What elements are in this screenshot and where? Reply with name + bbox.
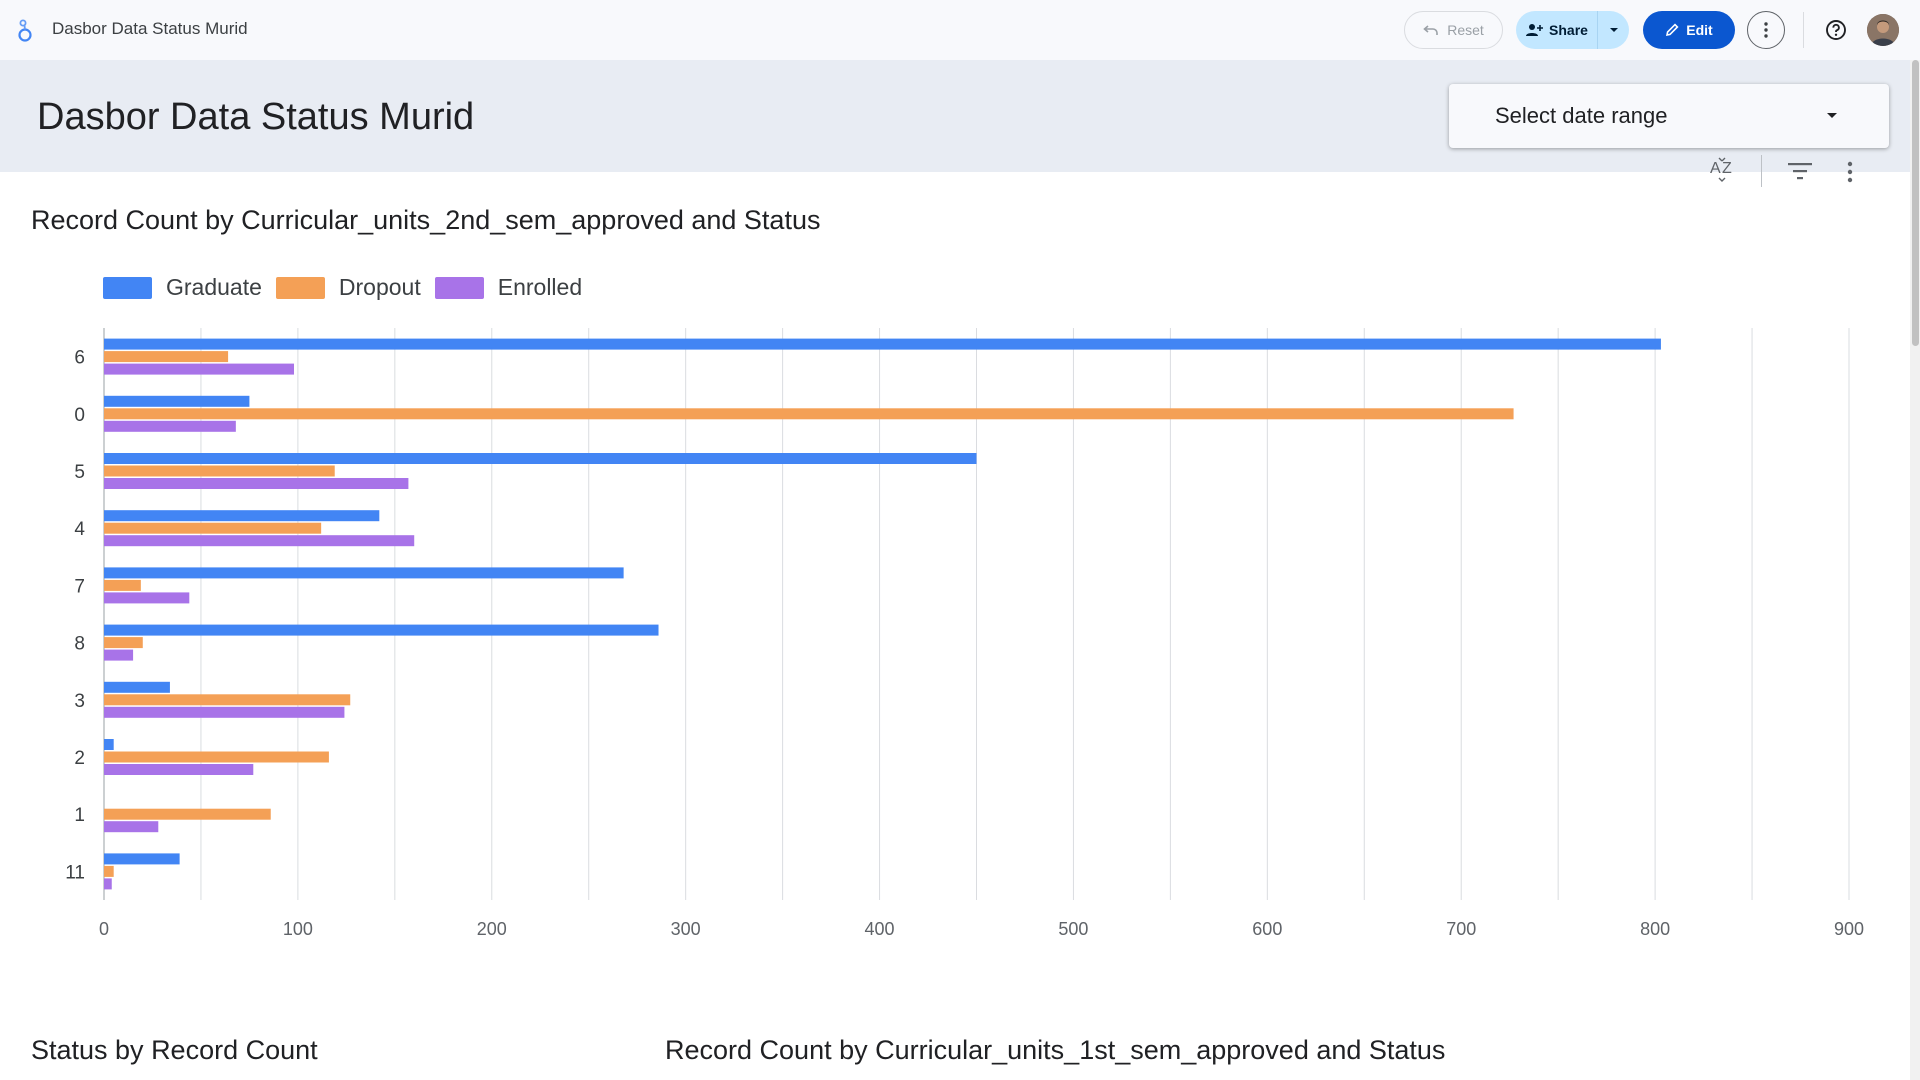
bar-graduate-11[interactable] xyxy=(104,853,180,865)
x-tick-label: 100 xyxy=(283,919,313,939)
caret-down-icon xyxy=(1609,28,1618,32)
pencil-icon xyxy=(1666,23,1679,37)
legend-label-graduate: Graduate xyxy=(166,274,262,300)
bar-enrolled-2[interactable] xyxy=(104,764,254,775)
bar-enrolled-6[interactable] xyxy=(104,363,295,375)
avatar-image xyxy=(1867,14,1899,46)
x-tick-label: 600 xyxy=(1252,919,1282,939)
x-tick-label: 0 xyxy=(99,919,109,939)
toolbar-divider xyxy=(1803,12,1804,48)
bar-graduate-7[interactable] xyxy=(104,567,624,579)
page-title: Dasbor Data Status Murid xyxy=(37,96,475,138)
share-dropdown-button[interactable] xyxy=(1598,11,1629,49)
legend-label-enrolled: Enrolled xyxy=(497,274,583,300)
legend-swatch-enrolled xyxy=(434,276,484,299)
y-category-label: 2 xyxy=(74,748,85,769)
bar-enrolled-1[interactable] xyxy=(104,821,159,833)
bar-dropout-8[interactable] xyxy=(104,637,143,649)
y-category-label: 3 xyxy=(74,691,85,712)
bar-graduate-2[interactable] xyxy=(104,739,114,750)
y-category-label: 8 xyxy=(74,634,85,655)
y-category-label: 1 xyxy=(74,805,85,826)
svg-text:Z: Z xyxy=(1722,160,1732,177)
status-by-record-count-title: Status by Record Count xyxy=(31,1035,318,1065)
legend-swatch-dropout xyxy=(275,276,325,299)
app-title: Dasbor Data Status Murid xyxy=(52,19,248,38)
chevron-down-icon xyxy=(1827,113,1837,118)
x-tick-label: 200 xyxy=(477,919,507,939)
chart-toolbar-divider xyxy=(1761,155,1762,187)
x-tick-label: 500 xyxy=(1058,919,1088,939)
help-button[interactable] xyxy=(1820,14,1852,46)
bar-enrolled-0[interactable] xyxy=(104,420,236,432)
bar-graduate-0[interactable] xyxy=(104,395,250,407)
x-tick-label: 900 xyxy=(1834,919,1864,939)
y-category-label: 6 xyxy=(74,348,85,369)
scrollbar-thumb[interactable] xyxy=(1912,60,1919,346)
y-category-label: 0 xyxy=(74,405,85,426)
bar-dropout-7[interactable] xyxy=(104,579,141,591)
bar-dropout-11[interactable] xyxy=(104,865,114,877)
help-circle-icon xyxy=(1826,20,1846,40)
share-button[interactable]: Share xyxy=(1516,11,1598,49)
bar-dropout-4[interactable] xyxy=(104,522,322,534)
filter-icon[interactable] xyxy=(1786,160,1814,182)
legend-swatch-graduate xyxy=(103,276,152,299)
date-range-control[interactable]: Select date range xyxy=(1449,84,1889,148)
x-tick-label: 700 xyxy=(1446,919,1476,939)
share-label: Share xyxy=(1549,22,1588,38)
bar-enrolled-5[interactable] xyxy=(104,478,409,489)
bar-enrolled-7[interactable] xyxy=(104,592,190,604)
x-tick-label: 800 xyxy=(1640,919,1670,939)
bar-graduate-6[interactable] xyxy=(104,338,1661,350)
chart-title: Record Count by Curricular_units_2nd_sem… xyxy=(31,205,821,235)
x-tick-label: 400 xyxy=(865,919,895,939)
bar-dropout-2[interactable] xyxy=(104,751,329,763)
person-add-icon xyxy=(1526,24,1544,36)
bar-dropout-3[interactable] xyxy=(104,694,351,706)
legend-item-dropout[interactable]: Dropout xyxy=(275,274,421,301)
avatar[interactable] xyxy=(1867,14,1899,46)
sort-az-icon[interactable]: A Z xyxy=(1709,156,1737,184)
undo-icon xyxy=(1423,25,1439,35)
bar-dropout-5[interactable] xyxy=(104,465,335,477)
bar-graduate-8[interactable] xyxy=(104,624,659,636)
legend-item-graduate[interactable]: Graduate xyxy=(103,274,262,301)
edit-button[interactable]: Edit xyxy=(1643,11,1735,49)
bar-enrolled-4[interactable] xyxy=(104,535,415,547)
more-vert-icon xyxy=(1764,22,1768,38)
bar-enrolled-3[interactable] xyxy=(104,706,345,718)
curricular-1st-sem-chart-title: Record Count by Curricular_units_1st_sem… xyxy=(665,1035,1446,1065)
more-options-button[interactable] xyxy=(1747,11,1785,49)
y-category-label: 11 xyxy=(65,862,85,883)
looker-studio-logo-icon[interactable] xyxy=(14,17,38,43)
share-button-group: Share xyxy=(1516,11,1629,49)
bar-chart: 0 100 200 300 400 500 600 700 800 90060547832111 xyxy=(65,328,1864,939)
chart-more-vert-icon[interactable] xyxy=(1840,160,1860,184)
x-tick-label: 300 xyxy=(671,919,701,939)
chart-legend: Graduate Dropout Enrolled xyxy=(103,274,596,301)
bar-dropout-1[interactable] xyxy=(104,808,271,820)
bar-graduate-5[interactable] xyxy=(104,453,977,464)
y-category-label: 4 xyxy=(74,519,85,540)
bar-graduate-4[interactable] xyxy=(104,510,380,522)
bar-enrolled-8[interactable] xyxy=(104,649,134,661)
bar-dropout-0[interactable] xyxy=(104,408,1514,420)
reset-button[interactable]: Reset xyxy=(1404,11,1503,49)
bar-graduate-3[interactable] xyxy=(104,681,170,693)
reset-label: Reset xyxy=(1447,22,1484,38)
bar-enrolled-11[interactable] xyxy=(104,878,112,890)
svg-text:A: A xyxy=(1710,160,1721,177)
y-category-label: 7 xyxy=(74,576,85,597)
legend-label-dropout: Dropout xyxy=(338,274,421,300)
y-category-label: 5 xyxy=(74,462,85,483)
bar-dropout-6[interactable] xyxy=(104,351,229,363)
date-range-label: Select date range xyxy=(1495,103,1668,128)
app-bar: Dasbor Data Status Murid Reset Share Edi… xyxy=(0,0,1920,60)
edit-label: Edit xyxy=(1686,22,1713,38)
legend-item-enrolled[interactable]: Enrolled xyxy=(434,274,583,301)
